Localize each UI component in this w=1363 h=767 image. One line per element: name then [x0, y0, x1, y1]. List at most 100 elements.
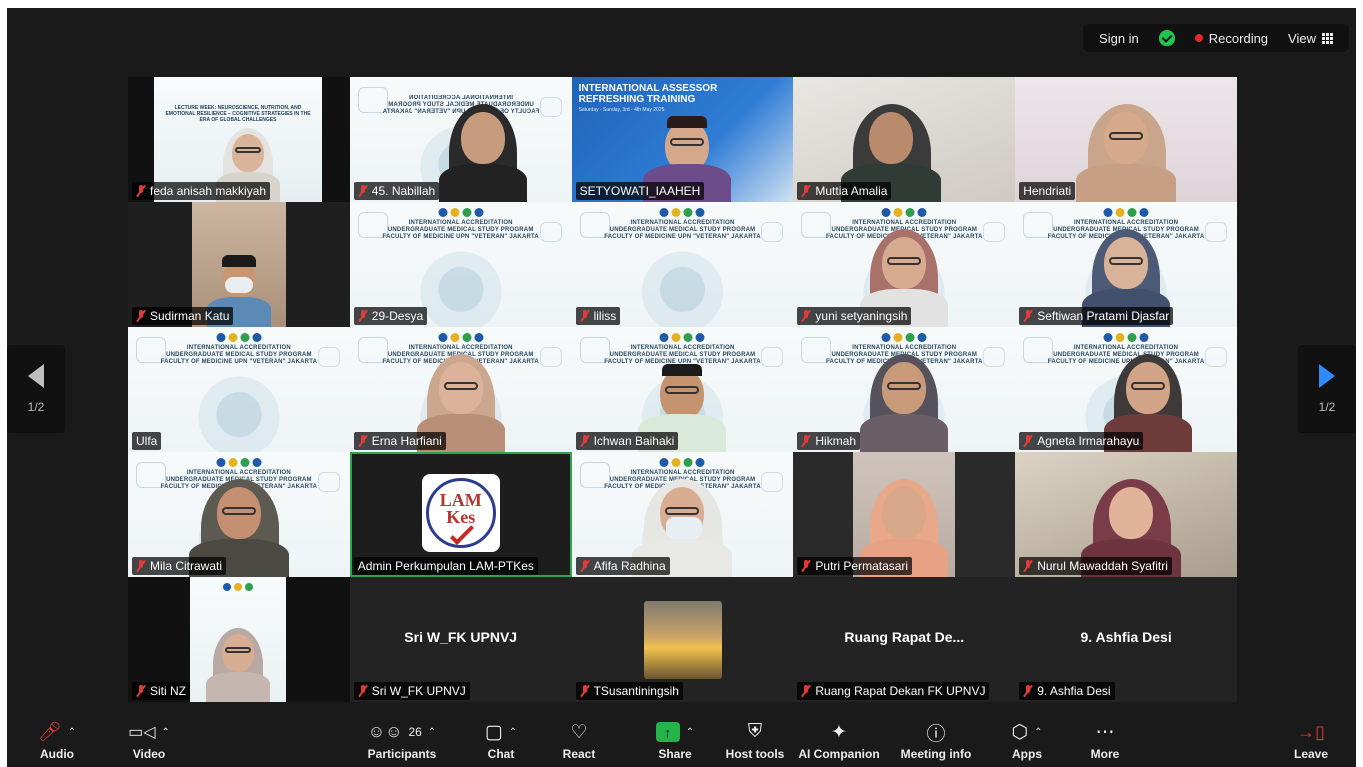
muted-mic-icon	[801, 560, 811, 572]
participant-name-label: Hikmah	[797, 432, 861, 450]
more-button[interactable]: ⋯ More	[1065, 720, 1145, 762]
muted-mic-icon	[358, 685, 368, 697]
muted-mic-icon	[580, 560, 590, 572]
video-tile[interactable]: INTERNATIONAL ACCREDITATION UNDERGRADUAT…	[571, 202, 794, 327]
video-tile[interactable]: INTERNATIONAL ACCREDITATION UNDERGRADUAT…	[128, 327, 350, 452]
chat-button[interactable]: ▢ ⌃ Chat	[461, 720, 541, 762]
participant-name-label: SETYOWATI_IAAHEH	[575, 182, 705, 200]
ai-companion-button[interactable]: ✦ AI Companion	[793, 720, 885, 762]
chevron-up-icon[interactable]: ⌃	[509, 727, 517, 738]
arrow-left-icon	[28, 364, 44, 388]
participant-name-label: Mila Citrawati	[132, 557, 227, 575]
participant-name-label: Putri Permatasari	[797, 557, 913, 575]
record-dot-icon	[1194, 34, 1203, 42]
audio-button[interactable]: 🎤︎ ⌃ Audio	[17, 720, 97, 761]
sign-in-button[interactable]: Sign in	[1093, 31, 1145, 46]
share-screen-icon: ↑	[655, 722, 680, 742]
host-tools-button[interactable]: ⛨ Host tools	[715, 720, 795, 761]
participant-name-label: Ruang Rapat Dekan FK UPNVJ	[797, 682, 990, 700]
share-button[interactable]: ↑ ⌃ Share	[635, 720, 715, 761]
video-tile[interactable]: INTERNATIONAL ACCREDITATION UNDERGRADUAT…	[571, 327, 794, 452]
video-tile-camera-off[interactable]: Ruang Rapat De... Ruang Rapat Dekan FK U…	[793, 577, 1016, 702]
video-tile[interactable]: INTERNATIONAL ACCREDITATION UNDERGRADUAT…	[571, 452, 794, 577]
video-tile-camera-off[interactable]: TSusantiningsih	[571, 577, 794, 702]
muted-mic-icon	[801, 185, 811, 197]
participant-name-label: 45. Nabillah	[353, 182, 440, 200]
participant-name-label: Muttia Amalia	[797, 182, 892, 200]
logo-icon	[881, 208, 927, 217]
meeting-toolbar: 🎤︎ ⌃ Audio ▭◁ ⌃ Video ☺☺ 26 ⌃ Participants ▢…	[7, 714, 1356, 767]
security-shield-icon[interactable]	[1153, 30, 1181, 46]
apps-button[interactable]: ⬡ ⌃ Apps	[987, 720, 1067, 762]
logo-icon	[659, 208, 705, 217]
grid-icon	[1322, 32, 1333, 44]
participant-name-label: Admin Perkumpulan LAM-PTKes	[353, 557, 538, 575]
sparkle-icon: ✦	[831, 721, 847, 743]
video-tile[interactable]: INTERNATIONAL ACCREDITATION UNDERGRADUAT…	[793, 202, 1016, 327]
next-page-button[interactable]: 1/2	[1298, 345, 1356, 433]
muted-mic-icon	[136, 685, 146, 697]
video-tile[interactable]: INTERNATIONAL ACCREDITATION UNDERGRADUAT…	[349, 202, 572, 327]
video-tile[interactable]: Hendriati	[1015, 77, 1237, 202]
participant-name-label: Seftiwan Pratami Djasfar	[1019, 307, 1174, 325]
participant-name-label: Hendriati	[1019, 182, 1076, 200]
video-tile[interactable]: INTERNATIONAL ACCREDITATION UNDERGRADUAT…	[349, 77, 572, 202]
page-indicator-left: 1/2	[27, 400, 45, 414]
video-tile[interactable]: Sudirman Katu	[128, 202, 350, 327]
video-tile-camera-off[interactable]: 9. Ashfia Desi 9. Ashfia Desi	[1015, 577, 1237, 702]
video-button[interactable]: ▭◁ ⌃ Video	[109, 720, 189, 761]
logo-icon	[1103, 208, 1149, 217]
video-tile[interactable]: Muttia Amalia	[793, 77, 1016, 202]
video-tile-camera-off[interactable]: Sri W_FK UPNVJ Sri W_FK UPNVJ	[349, 577, 572, 702]
participants-button[interactable]: ☺☺ 26 ⌃ Participants	[359, 720, 445, 761]
apps-icon: ⬡	[1011, 721, 1029, 743]
participant-name-label: feda anisah makkiyah	[132, 182, 271, 200]
participant-name-label: Sri W_FK UPNVJ	[353, 682, 470, 700]
chevron-up-icon[interactable]: ⌃	[686, 727, 694, 738]
video-tile[interactable]: INTERNATIONAL ACCREDITATION UNDERGRADUAT…	[349, 327, 572, 452]
video-tile[interactable]: LECTURE WEEK: NEUROSCIENCE, NUTRITION, A…	[128, 77, 350, 202]
muted-mic-icon	[580, 435, 590, 447]
slide-text: LECTURE WEEK: NEUROSCIENCE, NUTRITION, A…	[165, 105, 311, 123]
video-tile[interactable]: INTERNATIONAL ACCREDITATION UNDERGRADUAT…	[1015, 202, 1237, 327]
prev-page-button[interactable]: 1/2	[7, 345, 65, 433]
meeting-info-button[interactable]: ⓘ Meeting info	[893, 720, 979, 762]
participant-video	[435, 102, 531, 202]
participant-name-label: Sudirman Katu	[132, 307, 234, 325]
participant-name-label: yuni setyaningsih	[797, 307, 912, 325]
mic-muted-icon: 🎤︎	[37, 722, 62, 743]
video-tile[interactable]: INTERNATIONAL ACCREDITATION UNDERGRADUAT…	[128, 452, 350, 577]
video-tile[interactable]: INTERNATIONAL ACCREDITATION UNDERGRADUAT…	[793, 327, 1016, 452]
video-tile[interactable]: Siti NZ	[128, 577, 350, 702]
video-tile[interactable]: Putri Permatasari	[793, 452, 1016, 577]
muted-mic-icon	[358, 435, 368, 447]
participant-name-label: Afifa Radhina	[575, 557, 670, 575]
recording-indicator[interactable]: Recording	[1189, 31, 1274, 46]
chevron-up-icon[interactable]: ⌃	[68, 727, 76, 738]
participants-icon: ☺☺	[367, 722, 403, 741]
participant-name-label: TSusantiningsih	[575, 682, 683, 700]
logo-icon	[216, 333, 262, 342]
chevron-up-icon[interactable]: ⌃	[428, 727, 436, 738]
leave-button[interactable]: →▯ Leave	[1271, 720, 1351, 762]
slide-text: INTERNATIONAL ACCREDITATION UNDERGRADUAT…	[382, 220, 539, 240]
video-tile[interactable]: INTERNATIONAL ASSESSOR REFRESHING TRAINI…	[571, 77, 794, 202]
heart-icon: ♡	[570, 721, 588, 743]
video-tile[interactable]: Nurul Mawaddah Syafitri	[1015, 452, 1237, 577]
zoom-window: Sign in Recording View 1/2 1/2 LECTURE W…	[7, 8, 1356, 767]
video-tile[interactable]: INTERNATIONAL ACCREDITATION UNDERGRADUAT…	[1015, 327, 1237, 452]
top-bar: Sign in Recording View	[7, 8, 1356, 66]
logo-icon	[216, 458, 262, 467]
slide-text: INTERNATIONAL ACCREDITATION UNDERGRADUAT…	[160, 345, 318, 365]
view-button[interactable]: View	[1282, 31, 1339, 46]
video-tile-active-speaker[interactable]: LAM Kes Admin Perkumpulan LAM-PTKes	[349, 452, 572, 577]
chevron-up-icon[interactable]: ⌃	[1034, 727, 1042, 738]
participant-display-name: 9. Ashfia Desi	[1080, 629, 1172, 645]
react-button[interactable]: ♡ React	[539, 720, 619, 762]
participant-display-name: Sri W_FK UPNVJ	[404, 629, 518, 645]
muted-mic-icon	[580, 310, 590, 322]
muted-mic-icon	[801, 685, 811, 697]
camera-icon: ▭◁	[128, 724, 156, 741]
chevron-up-icon[interactable]: ⌃	[162, 727, 170, 738]
logo-icon	[438, 208, 484, 217]
